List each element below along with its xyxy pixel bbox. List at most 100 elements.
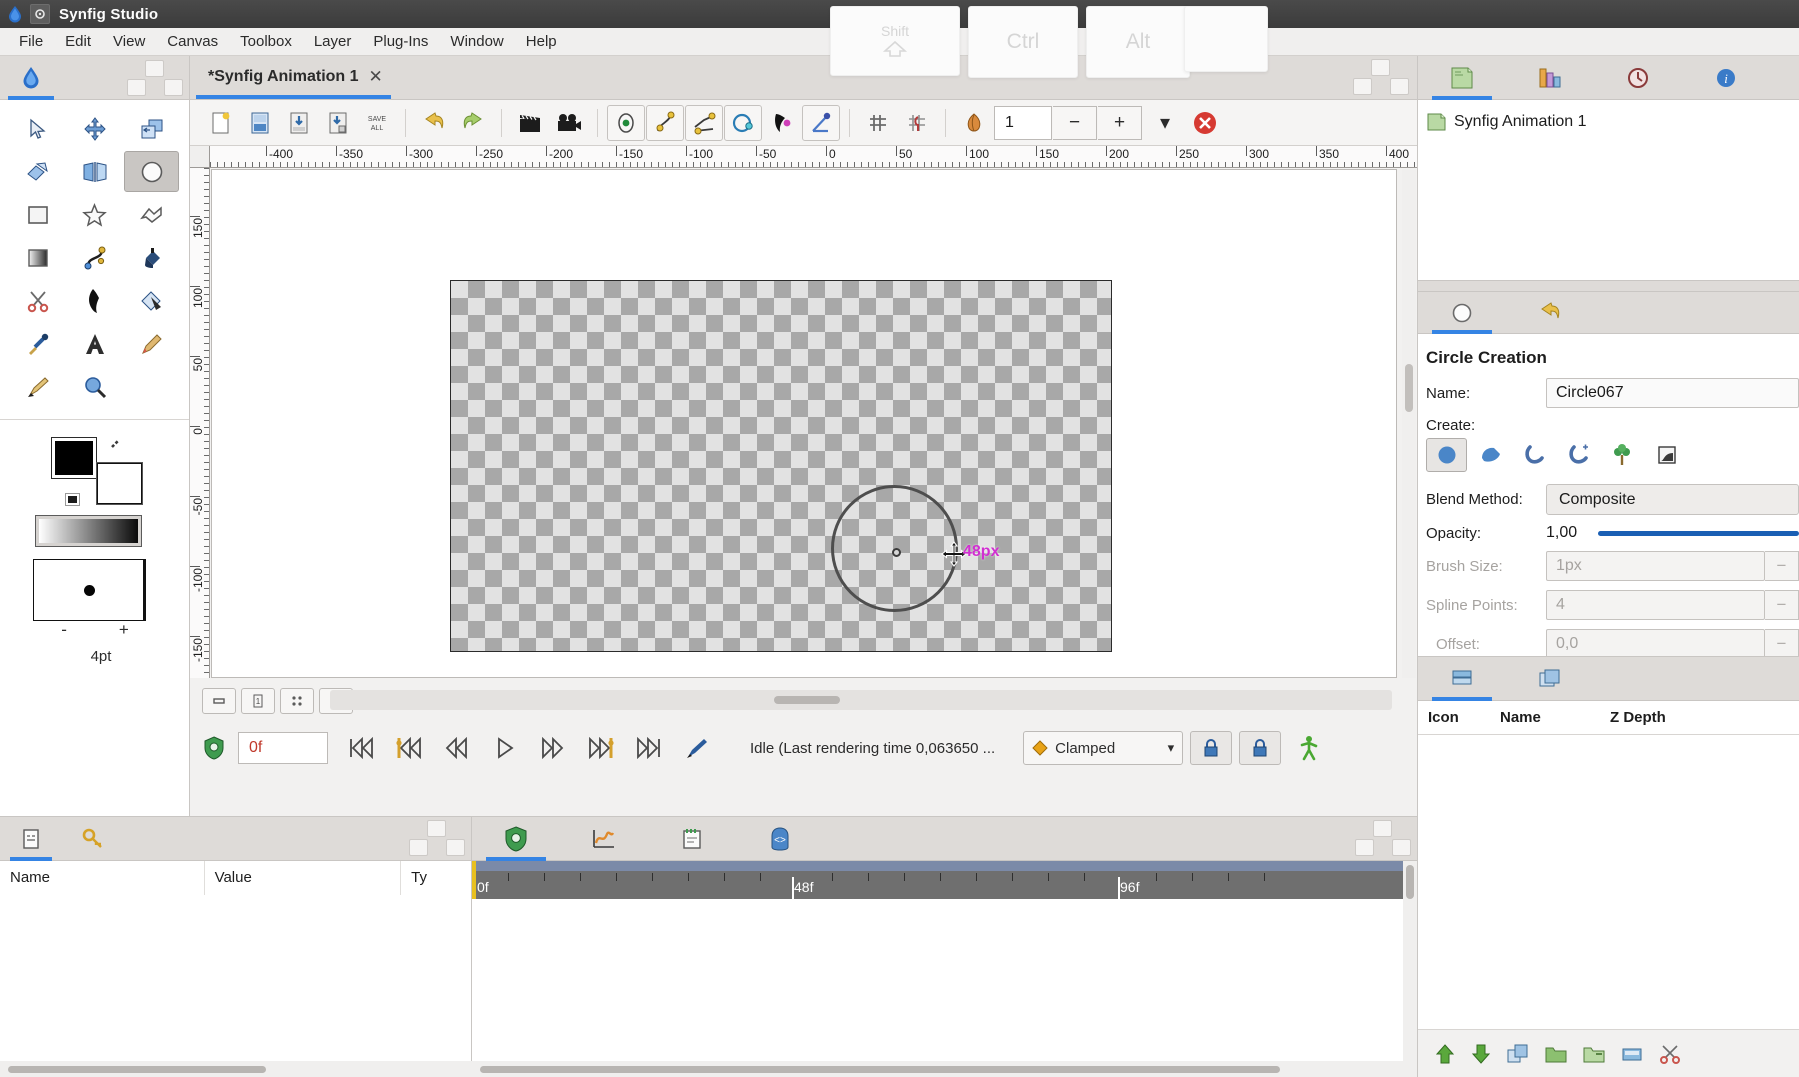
params-horizontal-scrollbar[interactable] <box>0 1061 472 1077</box>
scale-tool[interactable] <box>124 108 179 149</box>
document-tab[interactable]: *Synfig Animation 1 ✕ <box>190 55 397 99</box>
timetrack-horizontal-scrollbar[interactable] <box>472 1061 1417 1077</box>
window-menu-button[interactable] <box>30 4 50 24</box>
zoom-out-button[interactable]: − <box>1053 106 1097 140</box>
create-advanced-outline-layer-button[interactable] <box>1558 438 1599 472</box>
rectangle-tool[interactable] <box>10 194 65 235</box>
next-frame-button[interactable] <box>530 730 576 766</box>
brush-tool[interactable] <box>10 366 65 407</box>
menu-canvas[interactable]: Canvas <box>156 30 229 53</box>
menu-view[interactable]: View <box>102 30 156 53</box>
brush-size-decrease-button[interactable]: - <box>61 620 67 640</box>
seek-end-button[interactable] <box>626 730 672 766</box>
tab-history[interactable] <box>1594 56 1682 100</box>
menu-edit[interactable]: Edit <box>54 30 102 53</box>
params-horizontal-scroll-thumb[interactable] <box>8 1066 266 1073</box>
text-tool[interactable] <box>67 323 122 364</box>
gradient-swatch[interactable] <box>36 516 141 546</box>
star-tool[interactable] <box>67 194 122 235</box>
circle-origin-handle[interactable] <box>892 548 901 557</box>
zoom-in-button[interactable]: + <box>1098 106 1142 140</box>
gradient-tool[interactable] <box>10 237 65 278</box>
ungroup-folder-button[interactable] <box>1582 1043 1606 1065</box>
close-icon[interactable]: ✕ <box>369 67 383 87</box>
timetrack-dock-grip[interactable] <box>1355 820 1411 856</box>
open-document-button[interactable] <box>241 105 279 141</box>
create-curve-gradient-layer-button[interactable] <box>1646 438 1687 472</box>
tab-curves[interactable] <box>560 817 648 861</box>
menu-window[interactable]: Window <box>439 30 514 53</box>
menu-plugins[interactable]: Plug-Ins <box>362 30 439 53</box>
menu-help[interactable]: Help <box>515 30 568 53</box>
toggle-width-handles-button[interactable] <box>763 105 801 141</box>
width-tool[interactable] <box>124 323 179 364</box>
create-region-layer-button[interactable] <box>1470 438 1511 472</box>
canvas-browser-root-item[interactable]: Synfig Animation 1 <box>1426 112 1799 132</box>
panel-divider[interactable] <box>1418 280 1799 292</box>
canvas-vertical-scroll-thumb[interactable] <box>1405 364 1413 412</box>
tab-meta-data[interactable]: <> <box>736 817 824 861</box>
toggle-radius-handles-button[interactable] <box>724 105 762 141</box>
render-quality-button[interactable]: 1 <box>241 688 275 714</box>
close-canvas-icon[interactable] <box>1188 106 1222 140</box>
zoom-tool[interactable] <box>67 366 122 407</box>
default-interpolation-select[interactable]: Clamped ▾ <box>1023 731 1183 765</box>
smooth-move-tool[interactable] <box>67 108 122 149</box>
brush-preview[interactable] <box>33 559 146 621</box>
fill-bucket-tool[interactable] <box>124 237 179 278</box>
sketch-tool[interactable] <box>124 280 179 321</box>
tab-navigator[interactable] <box>1506 292 1594 334</box>
toggle-tangent-handles-button[interactable] <box>685 105 723 141</box>
menu-toolbox[interactable]: Toolbox <box>229 30 303 53</box>
lower-layer-button[interactable] <box>1470 1043 1492 1065</box>
draw-tool[interactable] <box>67 280 122 321</box>
brush-size-increase-button[interactable]: + <box>119 620 129 640</box>
toggle-angle-handles-button[interactable] <box>802 105 840 141</box>
create-outline-layer-button[interactable] <box>1514 438 1555 472</box>
cutout-tool[interactable] <box>10 280 65 321</box>
timebar[interactable]: 0f 48f 96f <box>472 861 1417 899</box>
canvas-viewport[interactable]: 48px <box>211 169 1397 678</box>
onion-skin-button[interactable] <box>955 105 993 141</box>
menu-file[interactable]: File <box>8 30 54 53</box>
blend-method-select[interactable]: Composite <box>1546 484 1799 515</box>
zoom-input[interactable]: 1 <box>994 106 1052 140</box>
new-layer-button[interactable] <box>1620 1043 1644 1065</box>
save-all-button[interactable]: SAVEALL <box>358 105 396 141</box>
tab-timetrack[interactable] <box>472 817 560 861</box>
create-plant-layer-button[interactable] <box>1602 438 1643 472</box>
polygon-tool[interactable] <box>124 194 179 235</box>
group-folder-button[interactable] <box>1544 1043 1568 1065</box>
chevron-down-icon[interactable]: ▾ <box>1143 105 1187 141</box>
lock-future-keyframe-button[interactable] <box>1239 731 1281 765</box>
toggle-vertex-handles-button[interactable] <box>646 105 684 141</box>
undo-button[interactable] <box>415 105 453 141</box>
low-res-toggle-button[interactable] <box>202 688 236 714</box>
tab-keyframes[interactable] <box>62 817 124 861</box>
play-button[interactable] <box>482 730 528 766</box>
opacity-slider[interactable] <box>1598 531 1799 536</box>
transform-tool[interactable] <box>10 108 65 149</box>
tab-toolbox[interactable] <box>0 56 62 100</box>
seek-begin-button[interactable] <box>338 730 384 766</box>
foreground-color-swatch[interactable] <box>52 438 96 478</box>
timebar-range-strip[interactable] <box>472 861 1417 871</box>
timetrack-vertical-scroll-thumb[interactable] <box>1406 865 1414 899</box>
prev-frame-button[interactable] <box>434 730 480 766</box>
tab-params[interactable] <box>0 817 62 861</box>
eyedropper-tool[interactable] <box>10 323 65 364</box>
tab-layers[interactable] <box>1418 657 1506 701</box>
circle-tool[interactable] <box>124 151 179 192</box>
save-as-button[interactable] <box>319 105 357 141</box>
toggle-guides-button[interactable] <box>898 105 936 141</box>
tab-canvas-browser[interactable] <box>1418 56 1506 100</box>
tab-info[interactable]: i <box>1682 56 1770 100</box>
create-circle-layer-button[interactable] <box>1426 438 1467 472</box>
save-button[interactable] <box>280 105 318 141</box>
layer-name-input[interactable]: Circle067 <box>1546 378 1799 408</box>
toggle-position-handles-button[interactable] <box>607 105 645 141</box>
green-shield-icon[interactable] <box>198 736 230 760</box>
canvas-vertical-scrollbar[interactable] <box>1402 169 1416 678</box>
rotate-tool[interactable] <box>10 151 65 192</box>
new-document-button[interactable] <box>202 105 240 141</box>
